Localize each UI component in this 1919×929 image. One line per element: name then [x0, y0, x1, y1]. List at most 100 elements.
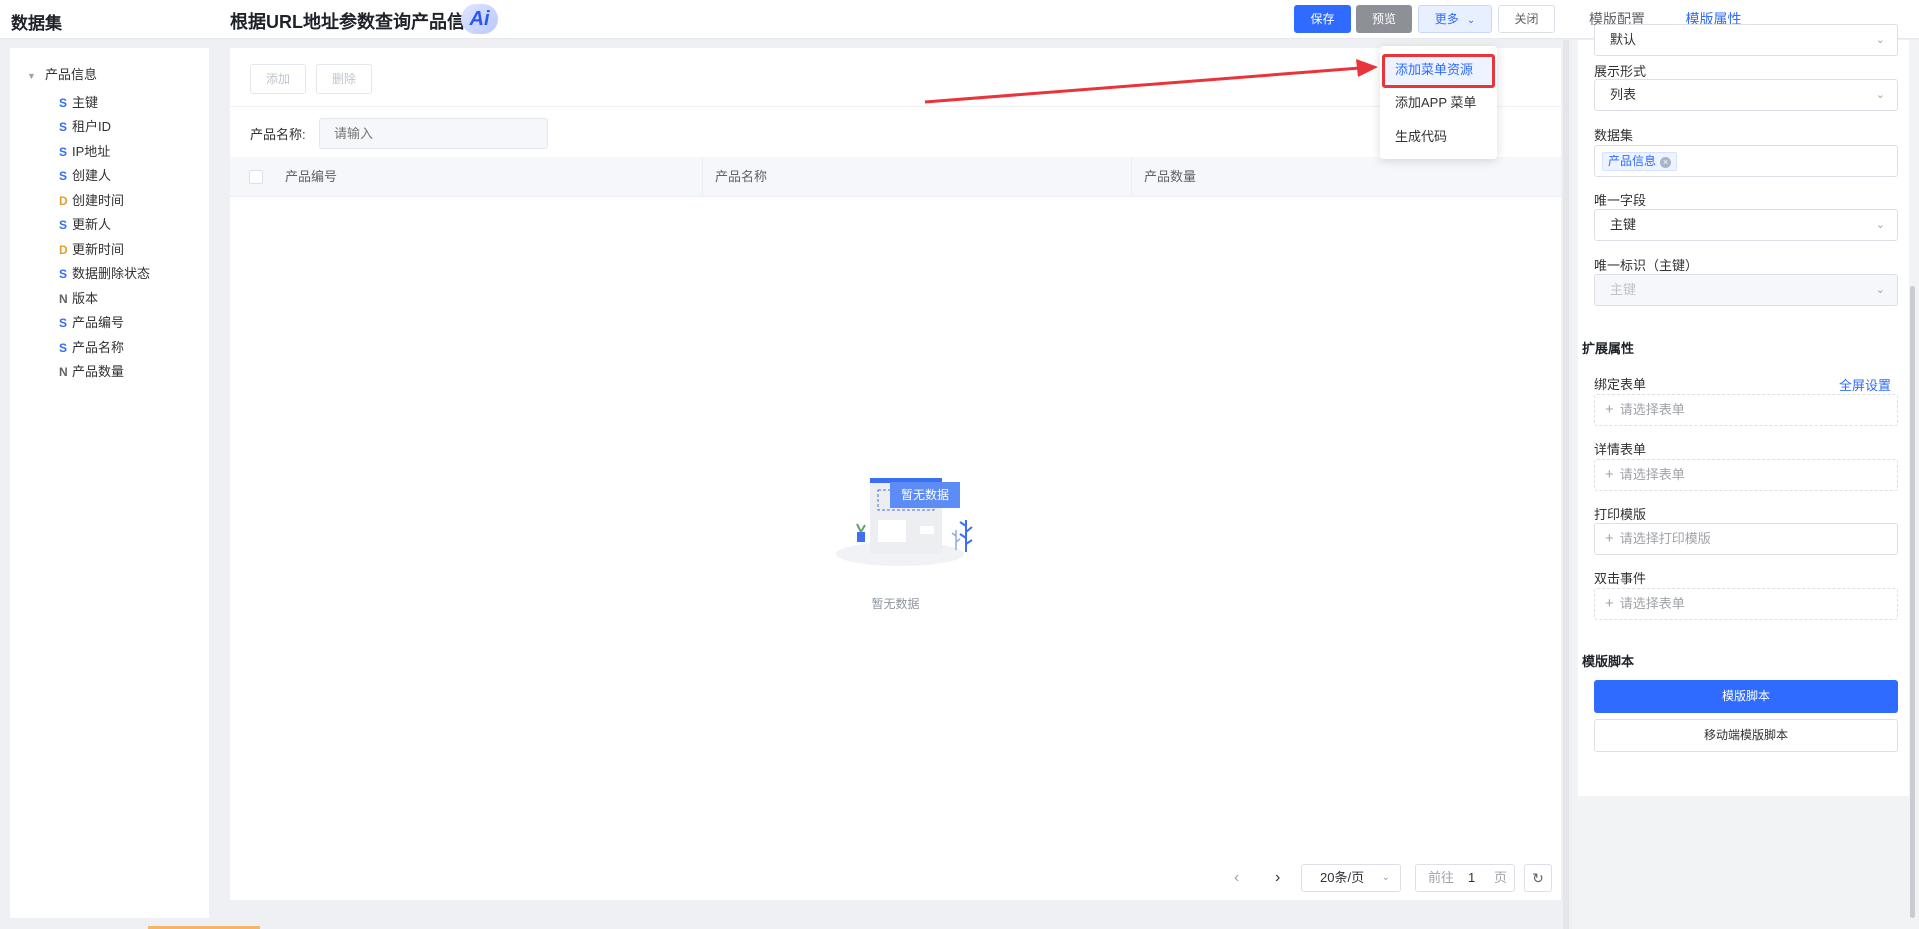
template-properties-panel: 默认 ⌄ 展示形式 列表 ⌄ 数据集 产品信息 × 唯一字段 主键 ⌄ 唯一标识（主键）… — [1572, 24, 1919, 929]
menu-item-add-menu-resource[interactable]: 添加菜单资源 — [1382, 54, 1495, 88]
chevron-down-icon: ⌄ — [1466, 15, 1476, 26]
chevron-down-icon: ⌄ — [1875, 89, 1885, 101]
page-title: 根据URL地址参数查询产品信息 — [230, 12, 483, 32]
select-all-checkbox[interactable] — [249, 170, 263, 184]
tree-item[interactable]: S 租户ID — [59, 116, 111, 135]
plus-icon: + — [1605, 530, 1614, 547]
product-name-filter-input[interactable] — [319, 118, 548, 149]
more-dropdown-menu: 添加菜单资源 添加APP 菜单 生成代码 — [1380, 46, 1497, 159]
unique-id-value: 主键 — [1610, 282, 1637, 297]
dataset-select[interactable]: 产品信息 × — [1594, 145, 1898, 177]
field-type-icon: S — [59, 341, 68, 355]
close-button[interactable]: 关闭 — [1498, 5, 1555, 33]
field-type-icon: N — [59, 365, 68, 379]
tree-item[interactable]: N 产品数量 — [59, 361, 124, 380]
field-type-icon: S — [59, 267, 68, 281]
tree-item-label: 产品数量 — [72, 364, 125, 379]
print-template-placeholder: 请选择打印模版 — [1619, 531, 1711, 546]
tree-item[interactable]: S 创建人 — [59, 165, 111, 184]
unique-field-select[interactable]: 主键 ⌄ — [1594, 209, 1898, 241]
field-type-icon: S — [59, 218, 68, 232]
unique-id-select: 主键 ⌄ — [1594, 274, 1898, 306]
more-button-label: 更多 — [1434, 12, 1459, 26]
chevron-down-icon: ⌄ — [1875, 34, 1885, 46]
center-scrollbar-track[interactable] — [1563, 40, 1569, 929]
delete-button[interactable]: 删除 — [316, 64, 372, 94]
detail-form-select[interactable]: + 请选择表单 — [1594, 459, 1898, 491]
divider — [230, 106, 1561, 107]
extended-properties-title: 扩展属性 — [1582, 341, 1635, 356]
tree-item[interactable]: S 数据删除状态 — [59, 263, 150, 282]
plus-icon: + — [1605, 401, 1614, 418]
tree-item-label: 更新时间 — [72, 242, 125, 257]
tree-item[interactable]: N 版本 — [59, 288, 98, 307]
next-page-chevron-right-icon[interactable]: › — [1275, 869, 1280, 887]
detail-form-label: 详情表单 — [1594, 442, 1647, 457]
goto-page-input[interactable]: 1 — [1468, 865, 1475, 891]
tree-item[interactable]: S IP地址 — [59, 141, 110, 160]
bind-form-label: 绑定表单 — [1594, 377, 1647, 392]
print-template-select[interactable]: + 请选择打印模版 — [1594, 523, 1898, 555]
prev-page-chevron-left-icon[interactable]: ‹ — [1234, 869, 1239, 887]
tree-item[interactable]: S 产品名称 — [59, 337, 124, 356]
template-script-button[interactable]: 模版脚本 — [1594, 680, 1898, 713]
tree-item-label: 版本 — [72, 291, 99, 306]
unique-id-label: 唯一标识（主键） — [1594, 258, 1699, 273]
save-button[interactable]: 保存 — [1294, 5, 1351, 33]
empty-data-badge: 暂无数据 — [890, 482, 960, 508]
right-panel-scrollbar[interactable] — [1910, 286, 1915, 918]
more-button[interactable]: 更多 ⌄ — [1418, 5, 1492, 33]
page-size-select[interactable]: 20条/页 ⌄ — [1301, 864, 1401, 892]
tree-item[interactable]: D 创建时间 — [59, 190, 124, 209]
table-header: 产品编号 产品名称 产品数量 — [230, 157, 1561, 197]
dataset-tree-panel: ▼ 产品信息 S 主键 S 租户ID S IP地址 S 创建人 D 创建时间 S 更新人 D更… — [10, 48, 209, 918]
fullscreen-settings-link[interactable]: 全屏设置 — [1839, 375, 1891, 394]
chevron-down-icon: ⌄ — [1381, 872, 1390, 883]
field-type-icon: S — [59, 316, 68, 330]
column-header-product-name[interactable]: 产品名称 — [702, 157, 1131, 197]
add-button[interactable]: 添加 — [250, 64, 306, 94]
dataset-tag-label: 产品信息 — [1608, 154, 1657, 168]
field-type-icon: D — [59, 194, 68, 208]
tree-item[interactable]: D 更新时间 — [59, 239, 124, 258]
ai-assistant-icon[interactable]: Ai — [461, 4, 498, 34]
template-script-title: 模版脚本 — [1582, 654, 1635, 669]
plus-icon: + — [1605, 466, 1614, 483]
tree-root-node[interactable]: ▼ 产品信息 — [27, 64, 97, 83]
column-header-product-code[interactable]: 产品编号 — [273, 157, 702, 197]
tree-item-label: 创建时间 — [72, 193, 125, 208]
menu-item-generate-code[interactable]: 生成代码 — [1380, 122, 1497, 152]
app-title: 数据集 — [11, 14, 62, 33]
unique-field-value: 主键 — [1610, 217, 1637, 232]
tree-item-label: 数据删除状态 — [72, 266, 151, 281]
tree-item[interactable]: S 主键 — [59, 92, 98, 111]
tree-item[interactable]: S 产品编号 — [59, 312, 124, 331]
dblclick-event-select[interactable]: + 请选择表单 — [1594, 588, 1898, 620]
unique-field-label: 唯一字段 — [1594, 193, 1647, 208]
field-type-icon: S — [59, 169, 68, 183]
tree-item-label: 租户ID — [72, 119, 112, 134]
close-icon[interactable]: × — [1660, 157, 1672, 168]
field-type-icon: S — [59, 120, 68, 134]
refresh-icon[interactable]: ↻ — [1524, 864, 1552, 892]
tree-item-label: 产品名称 — [72, 340, 125, 355]
mobile-template-script-button[interactable]: 移动端模版脚本 — [1594, 719, 1898, 752]
goto-page-field[interactable]: 前往 1 页 — [1415, 864, 1515, 892]
field-type-icon: S — [59, 96, 68, 110]
bind-form-select[interactable]: + 请选择表单 — [1594, 394, 1898, 426]
dblclick-event-placeholder: 请选择表单 — [1619, 596, 1685, 611]
display-mode-value: 列表 — [1610, 87, 1637, 102]
caret-down-icon[interactable]: ▼ — [27, 71, 37, 81]
menu-item-add-app-menu[interactable]: 添加APP 菜单 — [1380, 88, 1497, 118]
extended-properties-card: 绑定表单 全屏设置 + 请选择表单 详情表单 + 请选择表单 打印模版 + 请选择打印… — [1578, 360, 1909, 694]
top-select[interactable]: 默认 ⌄ — [1594, 24, 1898, 56]
display-mode-select[interactable]: 列表 ⌄ — [1594, 79, 1898, 111]
chevron-down-icon: ⌄ — [1875, 219, 1885, 231]
column-header-product-qty[interactable]: 产品数量 — [1131, 157, 1561, 197]
tree-item-label: IP地址 — [72, 144, 111, 159]
tree-item[interactable]: S 更新人 — [59, 214, 111, 233]
goto-prefix: 前往 — [1428, 870, 1455, 885]
filter-label: 产品名称: — [250, 127, 306, 142]
preview-button[interactable]: 预览 — [1356, 5, 1412, 33]
tree-item-label: 产品编号 — [72, 315, 125, 330]
